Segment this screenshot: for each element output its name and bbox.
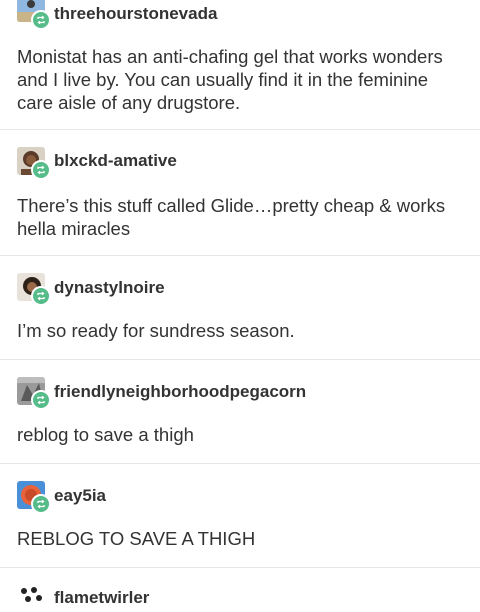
username-link[interactable]: flametwirler: [54, 588, 149, 608]
post-body-line: care aisle of any drugstore.: [17, 92, 241, 113]
username-link[interactable]: eay5ia: [54, 486, 106, 506]
reblog-entry-dynastylnoire: dynastylnoire I’m so ready for sundress …: [0, 256, 480, 360]
post-body: reblog to save a thigh: [17, 423, 467, 446]
post-body: Monistat has an anti-chafing gel that wo…: [17, 45, 467, 114]
reblog-entry-flametwirler: flametwirler: [0, 568, 480, 612]
username-link[interactable]: dynastylnoire: [54, 278, 165, 298]
post-body-line: I’m so ready for sundress season.: [17, 320, 295, 341]
post-body-line: and I live by. You can usually find it i…: [17, 69, 429, 90]
reblog-entry-blxckd-amative: blxckd-amative There’s this stuff called…: [0, 130, 480, 256]
reblog-entry-friendlyneighborhoodpegacorn: friendlyneighborhoodpegacorn reblog to s…: [0, 360, 480, 464]
post-body: I’m so ready for sundress season.: [17, 319, 467, 342]
post-body-line: reblog to save a thigh: [17, 424, 194, 445]
avatar-image-icon: [17, 584, 45, 612]
username-link[interactable]: friendlyneighborhoodpegacorn: [54, 382, 306, 402]
reblog-icon: [31, 494, 51, 514]
reblog-icon: [31, 286, 51, 306]
reblog-icon: [31, 160, 51, 180]
reblog-icon: [31, 390, 51, 410]
username-link[interactable]: threehourstonevada: [54, 4, 217, 24]
reblog-icon: [31, 10, 51, 30]
username-link[interactable]: blxckd-amative: [54, 151, 177, 171]
post-body: REBLOG TO SAVE A THIGH: [17, 527, 467, 550]
post-body-line: REBLOG TO SAVE A THIGH: [17, 528, 256, 549]
post-body-line: Monistat has an anti-chafing gel that wo…: [17, 46, 443, 67]
post-body-line: There’s this stuff called Glide…pretty c…: [17, 195, 446, 216]
post-body: There’s this stuff called Glide…pretty c…: [17, 194, 467, 240]
avatar[interactable]: [17, 584, 45, 612]
reblog-entry-threehourstonevada: threehourstonevada Monistat has an anti-…: [0, 0, 480, 130]
reblog-entry-eay5ia: eay5ia REBLOG TO SAVE A THIGH: [0, 464, 480, 568]
post-body-line: hella miracles: [17, 218, 131, 239]
